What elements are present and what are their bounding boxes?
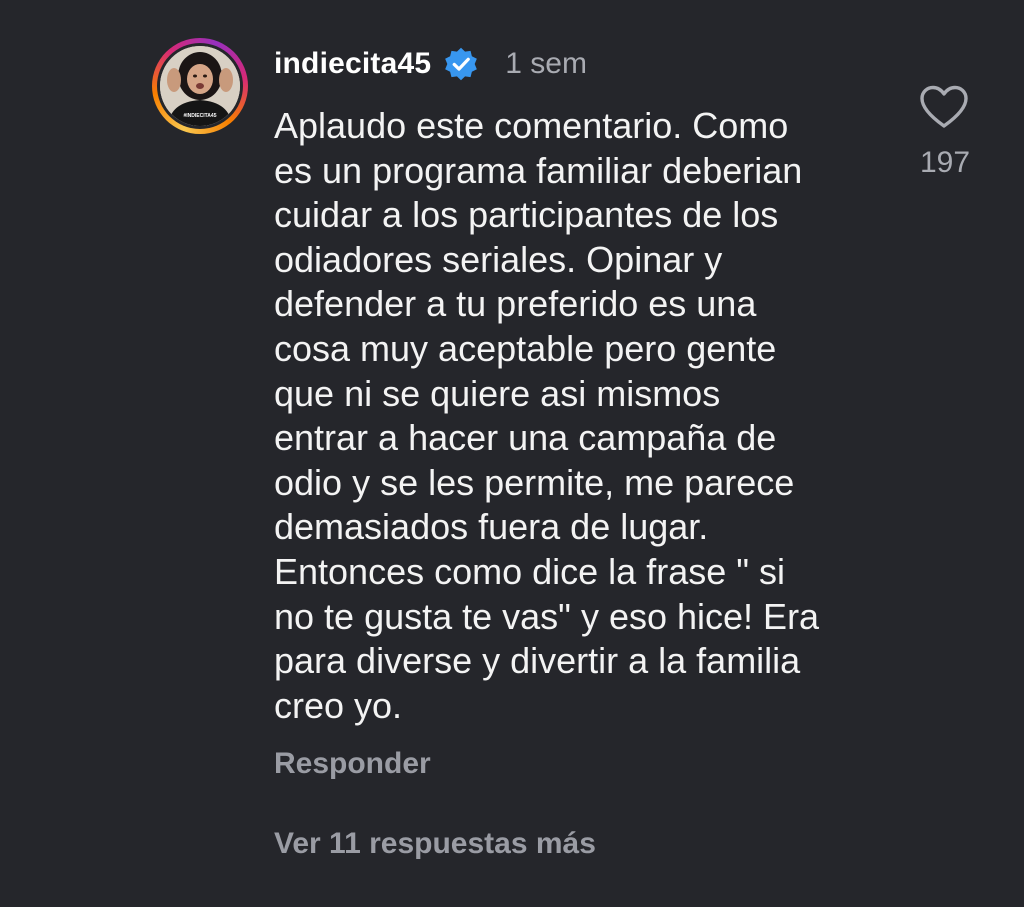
comment-line: para diverse y divertir a la familia (274, 640, 801, 682)
comment-line: cosa muy aceptable pero gente (274, 327, 777, 369)
view-more-replies-button[interactable]: Ver 11 respuestas más (274, 827, 596, 861)
svg-text:#INDIECITA45: #INDIECITA45 (184, 113, 217, 119)
avatar[interactable]: #INDIECITA45 (160, 46, 240, 126)
comment-line: Entonces como dice la frase " si (274, 550, 786, 592)
verified-badge-icon (445, 47, 478, 81)
like-count: 197 (919, 146, 971, 179)
comment-line: entrar a hacer una campaña de (274, 417, 777, 459)
comment-header: indiecita45 1 sem (274, 44, 587, 84)
comment-line: que ni se quiere asi mismos (274, 372, 721, 414)
heart-icon[interactable] (918, 84, 970, 130)
comment-text: Aplaudo este comentario. Como es un prog… (274, 104, 874, 728)
story-ring[interactable]: #INDIECITA45 (152, 38, 248, 134)
username[interactable]: indiecita45 (274, 47, 431, 81)
comment-line: demasiados fuera de lugar. (274, 506, 709, 548)
comment-line: cuidar a los participantes de los (274, 194, 779, 236)
reply-button[interactable]: Responder (274, 747, 431, 781)
comment-line: odiadores seriales. Opinar y (274, 238, 723, 280)
comment-line: no te gusta te vas" y eso hice! Era (274, 595, 820, 637)
comment-line: defender a tu preferido es una (274, 283, 757, 325)
comment-line: Aplaudo este comentario. Como (274, 105, 789, 146)
comment-timestamp: 1 sem (505, 47, 587, 80)
comment-line: odio y se les permite, me parece (274, 461, 795, 503)
comment-line: es un programa familiar deberian (274, 149, 803, 191)
comment: #INDIECITA45 indiecita45 1 sem Aplaudo e… (0, 0, 1024, 907)
avatar-image: #INDIECITA45 (160, 46, 240, 126)
comment-line: creo yo. (274, 684, 403, 726)
